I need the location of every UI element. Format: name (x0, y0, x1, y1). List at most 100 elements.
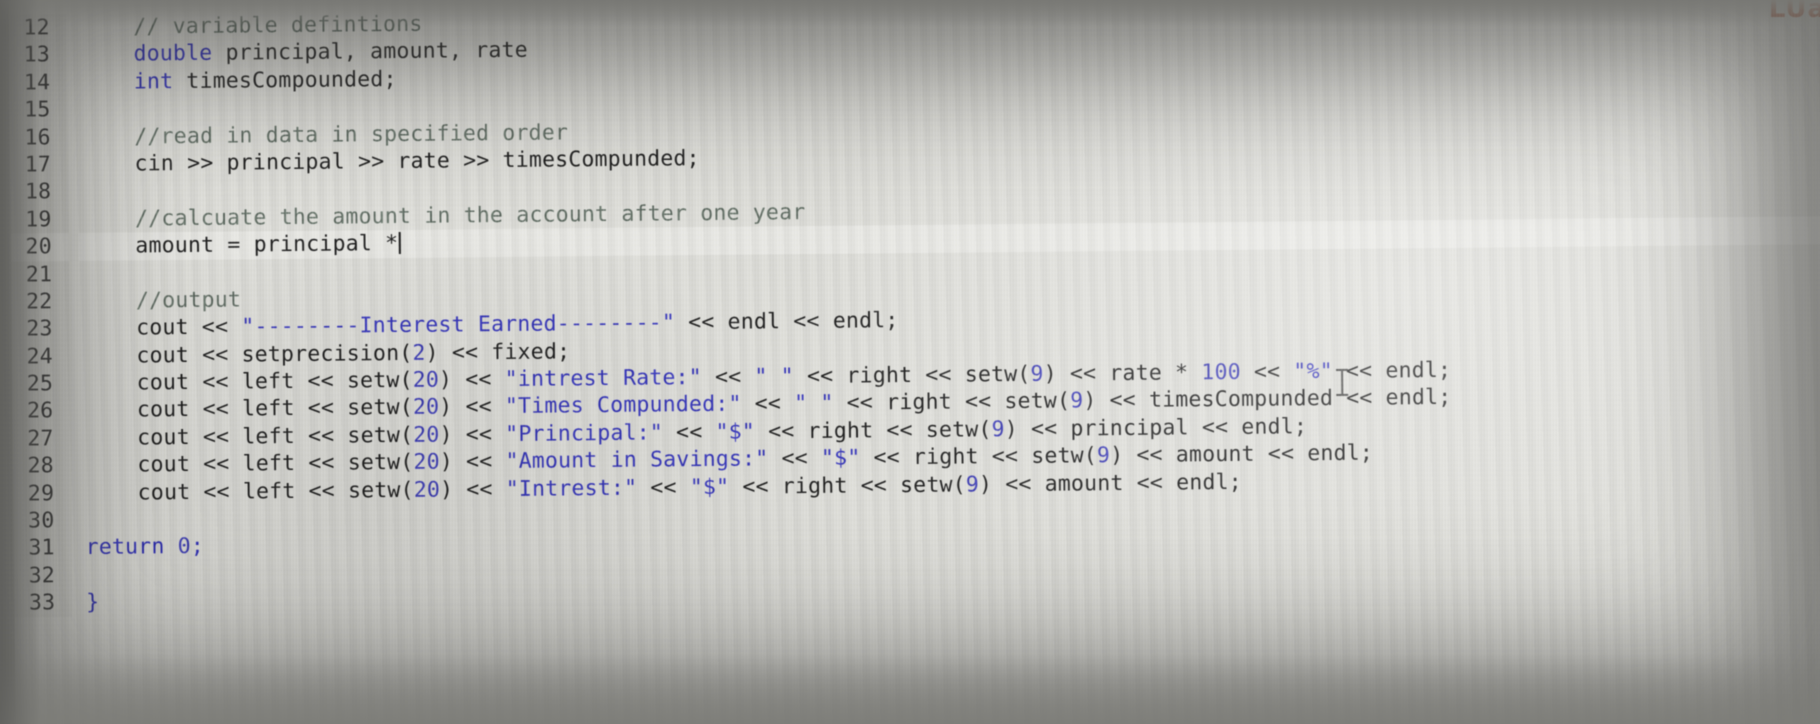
monitor-screen: 12 // variable defintions 13 double princ… (0, 0, 1820, 724)
line-number: 15 (0, 96, 68, 125)
gutter-separator (69, 342, 80, 371)
code-token-pl: cout << (83, 314, 242, 342)
code-token-cm: //read in data in specified order (134, 119, 569, 150)
code-token-num: 9 (1030, 361, 1044, 387)
code-token-pl: << (741, 391, 795, 418)
gutter-separator (66, 14, 77, 42)
code-token-num: 20 (413, 422, 440, 448)
code-token-pl: ) << (438, 367, 505, 393)
gutter-separator (67, 123, 78, 152)
gutter-separator (69, 370, 81, 398)
corner-overlay-text: LUa (1768, 0, 1820, 24)
code-token-num: 2 (412, 340, 426, 366)
code-token-st: "Principal:" (505, 420, 664, 447)
code-token-num: 9 (1096, 443, 1111, 469)
code-token-pl: ) << principal << endl; (1004, 414, 1308, 443)
gutter-separator (68, 233, 79, 261)
gutter-separator (68, 260, 80, 289)
code-token-pl: principal, amount, rate (212, 38, 528, 67)
code-token-num: 20 (412, 395, 440, 421)
code-token-cm: //output (135, 287, 242, 314)
code-token-pl: << endl; (1332, 357, 1452, 385)
line-number: 13 (0, 41, 68, 70)
code-token-pl: << right << setw( (729, 472, 966, 500)
code-token-num: 20 (412, 367, 440, 393)
code-token-st: "Intrest:" (505, 475, 638, 502)
code-token-kw: } (86, 590, 100, 616)
code-token-pl: ) << (439, 394, 506, 421)
code-token-num: 9 (991, 417, 1005, 443)
code-lines-container[interactable]: 12 // variable defintions 13 double princ… (0, 0, 1820, 618)
code-token-pl: ) << amount << endl; (978, 469, 1242, 498)
code-editor[interactable]: 12 // variable defintions 13 double princ… (0, 0, 1820, 724)
code-token-cm: // variable defintions (133, 11, 423, 40)
gutter-separator (69, 287, 80, 316)
code-token-pl: cout << left << setw( (84, 450, 414, 479)
code-token-kw: ; (190, 534, 205, 560)
line-number: 14 (0, 68, 68, 98)
code-token-st: "--------Interest Earned--------" (241, 310, 676, 340)
code-token-pl: ) << timesCompunded << endl; (1083, 385, 1452, 414)
code-token-num: 20 (413, 449, 440, 476)
code-token-pl: cout << left << setw( (83, 367, 413, 397)
text-ibeam-mouse-cursor (1336, 368, 1349, 398)
gutter-separator (70, 397, 81, 425)
code-token-pl: cout << left << setw( (84, 395, 414, 424)
code-token-pl: << (662, 419, 716, 446)
code-token-num: 100 (1201, 359, 1241, 386)
code-token-pl: ) << rate * (1043, 360, 1202, 387)
code-token-pl: ) << fixed; (425, 339, 571, 366)
code-token-num: 9 (1070, 388, 1084, 414)
gutter-separator (66, 41, 78, 69)
line-number: 16 (0, 123, 68, 152)
code-token-pl: << (1240, 359, 1294, 385)
code-token-pl: cout << setprecision( (83, 340, 413, 369)
code-token-kw: return (85, 534, 165, 561)
code-token-pl: ) << (439, 421, 506, 448)
code-token-st: "intrest Rate:" (504, 365, 703, 393)
code-token-st: "$" (820, 445, 861, 472)
code-token-pl: << endl << endl; (674, 308, 899, 336)
code-token-pl: cout << left << setw( (84, 422, 414, 451)
gutter-separator (71, 479, 82, 508)
code-token-pl: cout << left << setw( (85, 477, 414, 506)
code-token-pl: ) << amount << endl; (1110, 440, 1374, 469)
photo-of-monitor: 12 // variable defintions 13 double princ… (0, 0, 1820, 724)
gutter-separator (68, 205, 79, 234)
code-token-st: "$" (689, 474, 730, 500)
code-token-pl: << right << setw( (793, 361, 1031, 390)
code-token-pl: timesCompounded; (173, 66, 397, 94)
code-token-st: " " (754, 364, 795, 390)
code-token-pl: ) << (439, 476, 506, 503)
code-token-num: 20 (413, 477, 441, 503)
code-token-num: 0 (177, 534, 191, 560)
code-token-pl: ) << (439, 449, 506, 475)
code-token-pl: << right << setw( (754, 417, 992, 445)
gutter-separator (70, 424, 81, 453)
gutter-separator (72, 589, 83, 617)
code-token-st: "$" (715, 419, 756, 445)
code-token-kw: double (133, 41, 213, 67)
gutter-separator (67, 150, 79, 179)
gutter-separator (71, 507, 82, 535)
code-token-st: " " (794, 391, 834, 417)
line-number: 12 (0, 14, 67, 43)
line-number: 17 (0, 151, 69, 180)
gutter-separator (69, 315, 80, 343)
code-token-st: "%" (1293, 359, 1333, 385)
code-token-kw: int (133, 68, 174, 95)
code-token-pl: amount = principal * (82, 231, 399, 260)
gutter-separator (67, 68, 78, 97)
code-token-num: 9 (965, 472, 980, 498)
gutter-separator (68, 178, 79, 206)
gutter-separator (71, 534, 82, 562)
text-caret (399, 232, 402, 255)
code-token-st: "Times Compunded:" (504, 392, 742, 420)
code-token-pl: << (701, 364, 755, 391)
